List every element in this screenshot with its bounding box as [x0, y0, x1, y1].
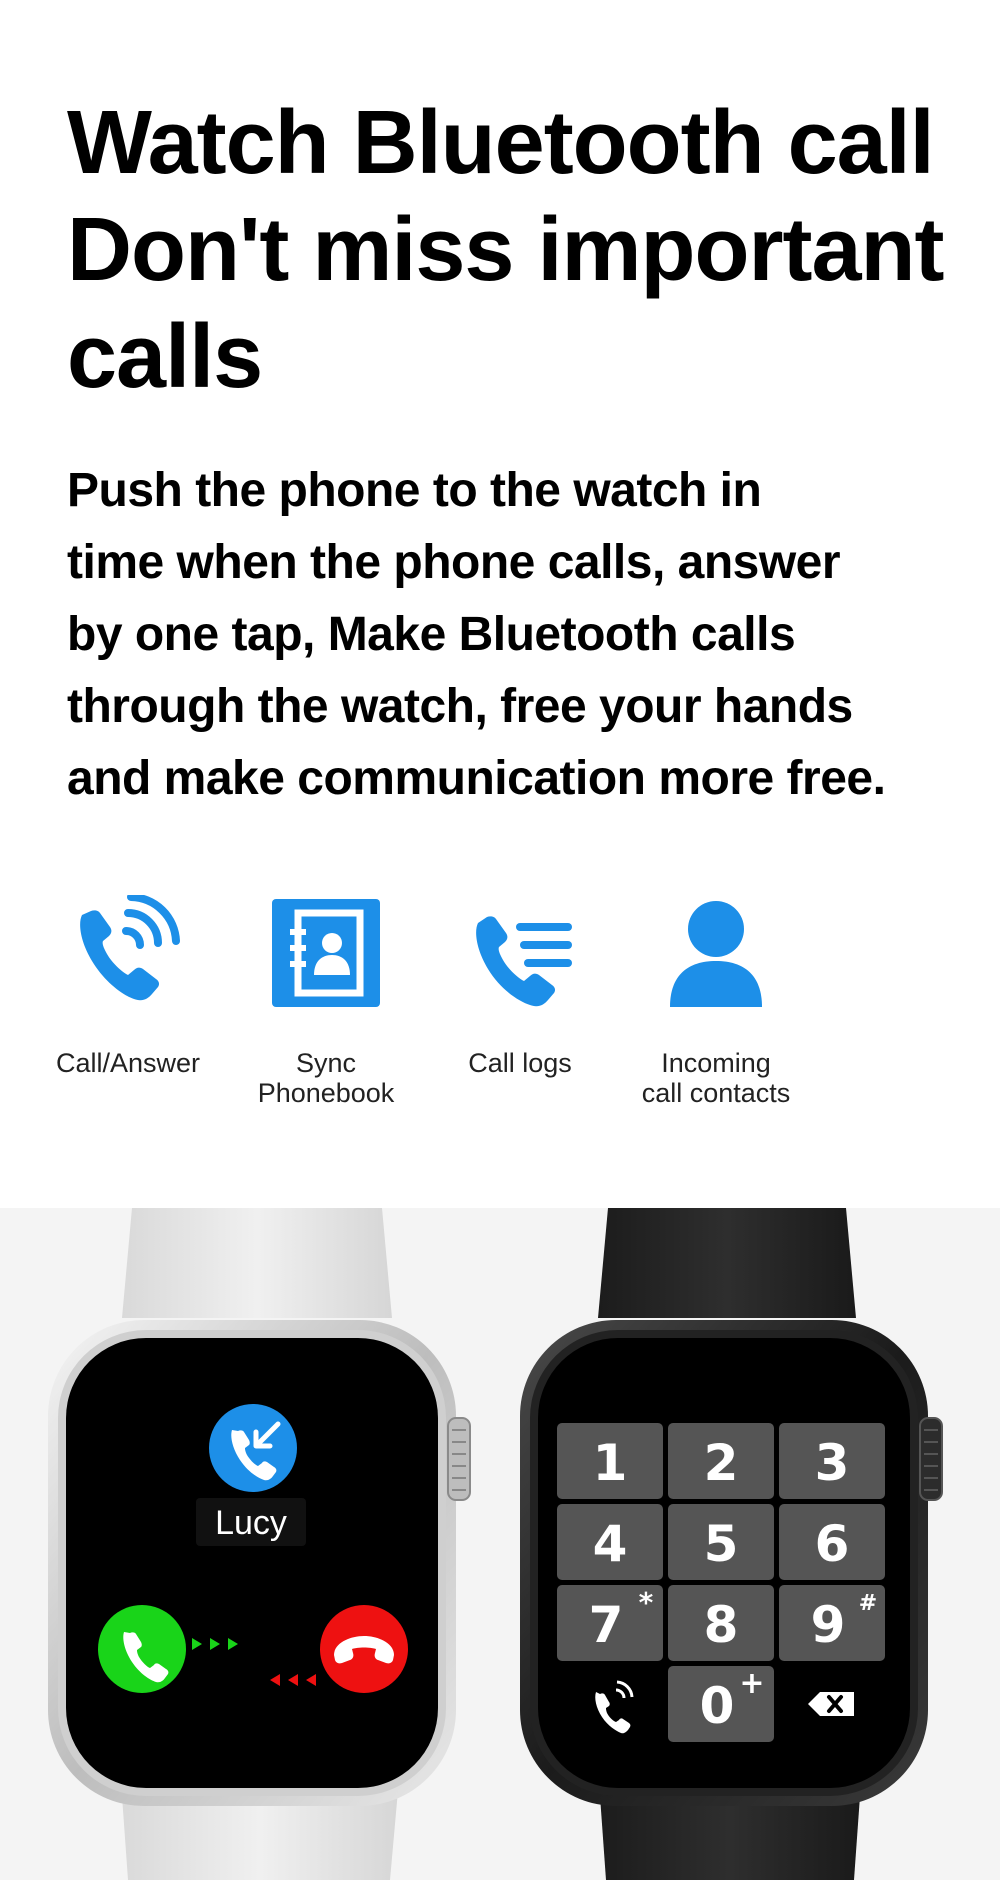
svg-text:#: # [859, 1591, 877, 1616]
dial-key-1[interactable]: 1 [557, 1423, 663, 1499]
phonebook-icon [272, 899, 380, 1007]
feature-call-logs: Call logs [420, 895, 620, 1078]
dial-key-8[interactable]: 8 [668, 1585, 774, 1661]
feature-label-line: Sync [295, 1048, 357, 1078]
feature-label-line: Phonebook [257, 1078, 395, 1108]
headline-line-1: Watch Bluetooth call [67, 93, 935, 193]
feature-label: Call/Answer [28, 1048, 228, 1078]
product-photo: Lucy 1 2 3 4 5 6 7 * 8 9 # 0 + [0, 1208, 1000, 1880]
feature-sync-phonebook: Sync Phonebook [226, 895, 426, 1108]
dial-key-3[interactable]: 3 [779, 1423, 885, 1499]
description-line-5: and make communication more free. [67, 752, 886, 805]
description: Push the phone to the watch in time when… [67, 455, 992, 815]
phone-ringing-icon [80, 895, 180, 1001]
feature-label-line: Incoming [661, 1048, 771, 1078]
dial-key-2[interactable]: 2 [668, 1423, 774, 1499]
feature-label-line: Call/Answer [55, 1048, 201, 1078]
svg-text:0: 0 [700, 1677, 735, 1735]
svg-text:*: * [639, 1586, 654, 1619]
feature-label: Call logs [420, 1048, 620, 1078]
description-line-2: time when the phone calls, answer [67, 536, 841, 589]
description-line-1: Push the phone to the watch in [67, 464, 762, 517]
dial-key-6[interactable]: 6 [779, 1504, 885, 1580]
feature-label-line: Call logs [468, 1048, 572, 1078]
svg-text:8: 8 [704, 1596, 739, 1654]
headline-line-2: Don't miss important [67, 200, 944, 300]
svg-text:+: + [739, 1666, 764, 1701]
feature-label-line: call contacts [641, 1078, 791, 1108]
dial-key-4[interactable]: 4 [557, 1504, 663, 1580]
headline: Watch Bluetooth call Don't miss importan… [67, 90, 987, 411]
silver-band-top [122, 1208, 392, 1318]
watches-illustration: Lucy 1 2 3 4 5 6 7 * 8 9 # 0 + [48, 1208, 943, 1880]
svg-text:7: 7 [589, 1596, 624, 1654]
feature-call-answer: Call/Answer [28, 895, 228, 1078]
svg-text:4: 4 [593, 1515, 628, 1573]
headline-line-3: calls [67, 307, 263, 407]
dial-key-5[interactable]: 5 [668, 1504, 774, 1580]
dial-key-9[interactable]: 9 # [779, 1585, 885, 1661]
call-log-icon [476, 916, 572, 1007]
accept-call-button[interactable] [98, 1605, 186, 1693]
decline-call-button[interactable] [320, 1605, 408, 1693]
incoming-caller-icon [209, 1404, 297, 1492]
svg-text:1: 1 [593, 1434, 628, 1492]
svg-text:5: 5 [704, 1515, 739, 1573]
dial-key-0[interactable]: 0 + [668, 1666, 774, 1742]
description-line-4: through the watch, free your hands [67, 680, 853, 733]
caller-name: Lucy [215, 1504, 287, 1542]
feature-label: Incoming call contacts [616, 1048, 816, 1108]
black-band-top [598, 1208, 856, 1318]
description-line-3: by one tap, Make Bluetooth calls [67, 608, 796, 661]
svg-text:3: 3 [815, 1434, 850, 1492]
svg-text:2: 2 [704, 1434, 739, 1492]
svg-text:9: 9 [811, 1596, 846, 1654]
feature-incoming-contacts: Incoming call contacts [616, 895, 816, 1108]
dial-key-7[interactable]: 7 * [557, 1585, 663, 1661]
svg-text:6: 6 [815, 1515, 850, 1573]
feature-label: Sync Phonebook [226, 1048, 426, 1108]
user-icon [670, 901, 762, 1007]
